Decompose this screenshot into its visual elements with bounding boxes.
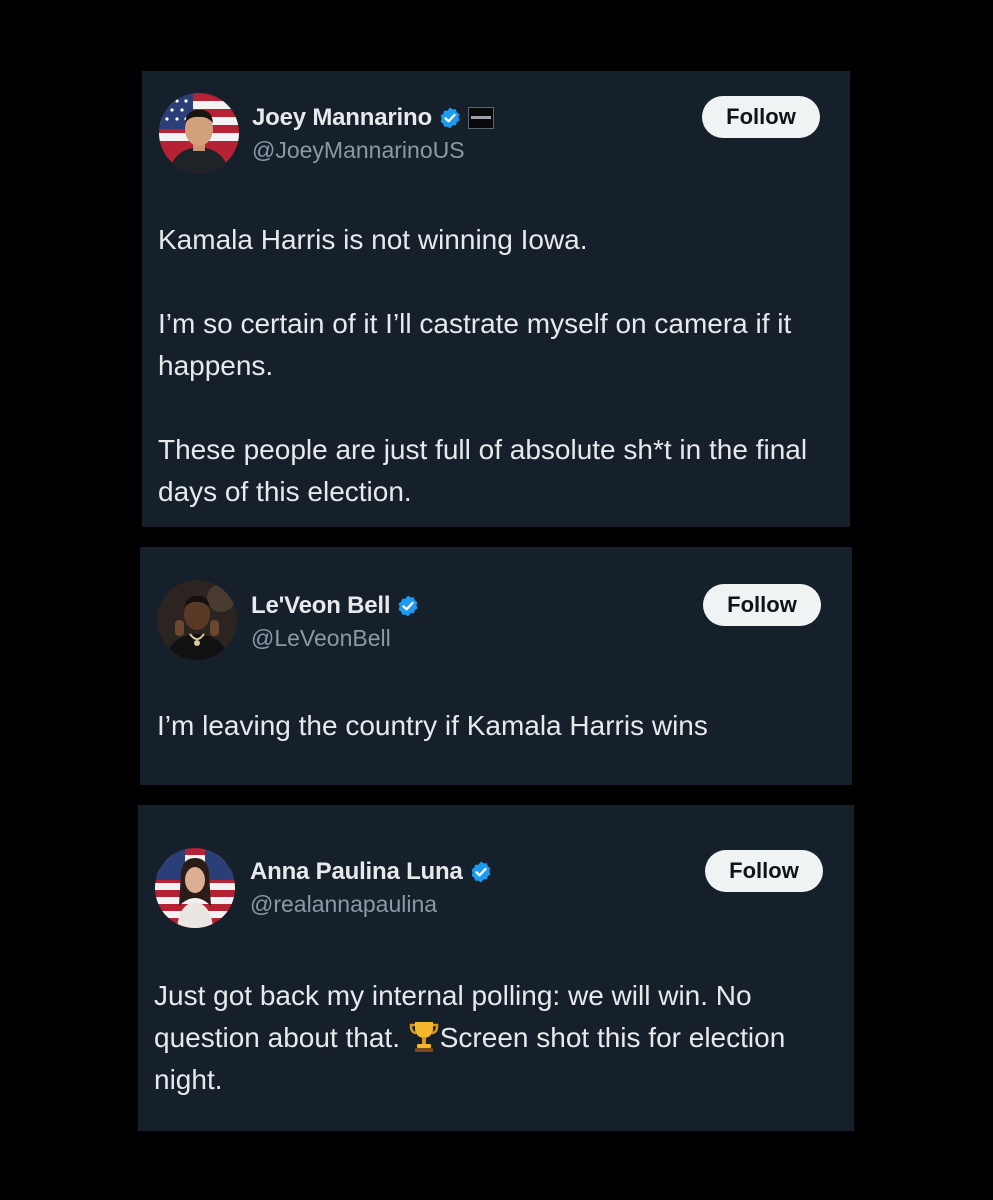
follow-button[interactable]: Follow	[705, 850, 823, 892]
display-name[interactable]: Joey Mannarino	[252, 104, 432, 132]
name-row: Anna Paulina Luna	[250, 858, 493, 886]
conservative-badge-icon[interactable]	[467, 107, 494, 129]
tweet-text: Just got back my internal polling: we wi…	[154, 975, 824, 1101]
username-handle[interactable]: @LeVeonBell	[251, 625, 391, 652]
tweet-paragraph: I’m leaving the country if Kamala Harris…	[157, 710, 708, 741]
trophy-icon	[409, 1019, 439, 1053]
avatar[interactable]	[157, 580, 237, 660]
username-handle[interactable]: @JoeyMannarinoUS	[252, 137, 465, 164]
name-row: Le'Veon Bell	[251, 592, 420, 620]
tweet-text: I’m leaving the country if Kamala Harris…	[157, 705, 837, 747]
tweet-paragraph: Kamala Harris is not winning Iowa.	[158, 224, 588, 255]
tweet-paragraph: I’m so certain of it I’ll castrate mysel…	[158, 308, 792, 381]
verified-badge-icon	[469, 860, 493, 884]
follow-button[interactable]: Follow	[703, 584, 821, 626]
verified-badge-icon	[438, 106, 462, 130]
tweet-card-anna-paulina-luna: Anna Paulina Luna @realannapaulina Follo…	[138, 805, 854, 1131]
follow-button[interactable]: Follow	[702, 96, 820, 138]
display-name[interactable]: Anna Paulina Luna	[250, 858, 463, 886]
tweet-paragraph: These people are just full of absolute s…	[158, 434, 808, 507]
name-row: Joey Mannarino	[252, 104, 494, 132]
tweet-text: Kamala Harris is not winning Iowa. I’m s…	[158, 219, 838, 513]
tweet-card-leveon-bell: Le'Veon Bell @LeVeonBell Follow I’m leav…	[140, 547, 852, 785]
tweet-card-joey-mannarino: Joey Mannarino @JoeyMannarinoUS Follow K…	[142, 71, 850, 527]
avatar[interactable]	[155, 848, 235, 928]
avatar[interactable]	[159, 93, 239, 173]
tweet-paragraph: Just got back my internal polling: we wi…	[154, 975, 824, 1101]
display-name[interactable]: Le'Veon Bell	[251, 592, 391, 620]
username-handle[interactable]: @realannapaulina	[250, 891, 437, 918]
verified-badge-icon	[396, 594, 420, 618]
